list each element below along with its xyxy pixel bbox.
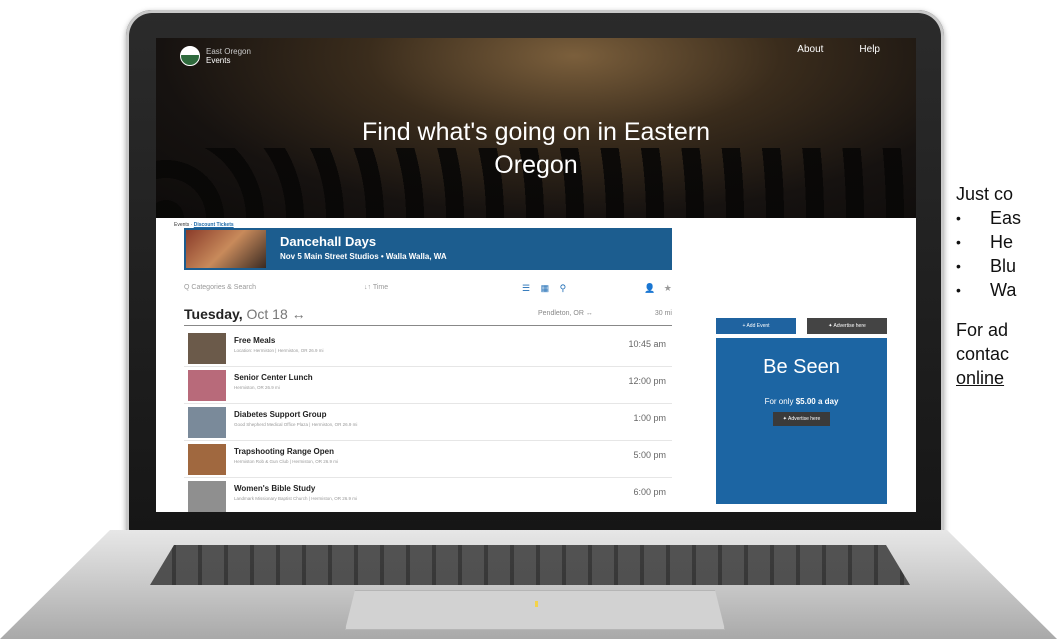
promo-price: $5.00 a day <box>795 397 839 406</box>
date-value[interactable]: Oct 18 ↔ <box>247 306 306 322</box>
view-toggle-icons[interactable]: ☰ ▦ ⚲ <box>522 283 570 294</box>
event-name: Free Meals <box>234 336 276 345</box>
sort-time-button[interactable]: ↓↑ Time <box>364 284 388 291</box>
list-item[interactable]: Diabetes Support Group Good Shepherd Med… <box>184 404 672 441</box>
side-contact-line2: contac <box>956 344 1010 364</box>
promo-prefix: For only <box>764 397 794 406</box>
logo-text: East Oregon Events <box>206 47 251 65</box>
event-location: Hermiston, OR 26.9 mi <box>234 385 280 390</box>
event-thumbnail <box>188 333 226 364</box>
event-time: 1:00 pm <box>633 413 666 423</box>
add-event-button[interactable]: + Add Event <box>716 318 796 334</box>
advertise-button[interactable]: ✦ Advertise here <box>807 318 887 334</box>
logo-line1: East Oregon <box>206 47 251 56</box>
side-contact-line1: For ad <box>956 320 1009 340</box>
event-time: 10:45 am <box>628 339 666 349</box>
person-icon[interactable]: 👤 <box>644 283 655 293</box>
side-list-item: Wa <box>956 278 1057 302</box>
event-name: Diabetes Support Group <box>234 410 327 419</box>
nav-help-link[interactable]: Help <box>859 44 880 55</box>
laptop-keyboard <box>150 545 910 585</box>
hero-title-line2: Oregon <box>494 151 578 179</box>
side-copy: Just co Eas He Blu Wa For ad contac onli… <box>956 182 1057 390</box>
featured-event-subtitle: Nov 5 Main Street Studios • Walla Walla,… <box>280 252 447 261</box>
event-location: Location: Hermiston | Hermiston, OR 26.9… <box>234 348 324 353</box>
top-nav: About Help <box>797 44 880 55</box>
event-toolbar: Q Categories & Search ↓↑ Time ☰ ▦ ⚲ 👤 ★ <box>184 283 672 296</box>
main-content: Events · Discount Tickets Dancehall Days… <box>174 218 898 512</box>
event-name: Senior Center Lunch <box>234 373 313 382</box>
featured-event-banner[interactable]: Dancehall Days Nov 5 Main Street Studios… <box>184 228 672 270</box>
nav-about-link[interactable]: About <box>797 44 823 55</box>
star-icon[interactable]: ★ <box>664 283 672 293</box>
list-item[interactable]: Women's Bible Study Landmark Missionary … <box>184 478 672 512</box>
categories-search-button[interactable]: Q Categories & Search <box>184 284 256 291</box>
event-thumbnail <box>188 370 226 401</box>
hero-banner: East Oregon Events About Help Find what'… <box>156 38 916 218</box>
side-list-item: He <box>956 230 1057 254</box>
event-time: 12:00 pm <box>628 376 666 386</box>
logo-icon <box>180 46 200 66</box>
event-thumbnail <box>188 444 226 475</box>
promo-panel: Be Seen For only $5.00 a day ✦ Advertise… <box>716 338 887 504</box>
side-list-item: Eas <box>956 206 1057 230</box>
hero-title: Find what's going on in Eastern Oregon <box>306 116 766 182</box>
event-time: 6:00 pm <box>633 487 666 497</box>
date-header: Tuesday, Oct 18 ↔ Pendleton, OR ↔ 30 mi <box>184 304 672 326</box>
laptop-mockup: East Oregon Events About Help Find what'… <box>0 0 1057 639</box>
laptop-led <box>535 601 538 607</box>
side-intro: Just co <box>956 184 1014 204</box>
event-location: Landmark Missionary Baptist Church | Her… <box>234 496 357 501</box>
event-location: Good Shepherd Medical Office Plaza | Her… <box>234 422 358 427</box>
laptop-screen: East Oregon Events About Help Find what'… <box>156 38 916 512</box>
distance-selector[interactable]: 30 mi <box>655 310 672 317</box>
list-item[interactable]: Free Meals Location: Hermiston | Hermist… <box>184 330 672 367</box>
location-selector[interactable]: Pendleton, OR ↔ <box>538 310 593 317</box>
filter-icons: 👤 ★ <box>644 283 672 294</box>
side-email-link[interactable]: online <box>956 366 1057 390</box>
event-list: Free Meals Location: Hermiston | Hermist… <box>184 330 672 512</box>
side-list-item: Blu <box>956 254 1057 278</box>
site-logo[interactable]: East Oregon Events <box>180 46 251 66</box>
date-day: Tuesday, Oct 18 ↔ <box>184 306 306 322</box>
event-name: Trapshooting Range Open <box>234 447 335 456</box>
laptop-trackpad <box>345 590 725 630</box>
list-item[interactable]: Trapshooting Range Open Hermiston Rob & … <box>184 441 672 478</box>
promo-advertise-button[interactable]: ✦ Advertise here <box>772 412 831 426</box>
event-thumbnail <box>188 481 226 512</box>
featured-event-title: Dancehall Days <box>280 234 377 249</box>
event-time: 5:00 pm <box>633 450 666 460</box>
event-location: Hermiston Rob & Gun Club | Hermiston, OR… <box>234 459 338 464</box>
date-weekday: Tuesday, <box>184 306 243 322</box>
logo-line2: Events <box>206 56 231 65</box>
list-item[interactable]: Senior Center Lunch Hermiston, OR 26.9 m… <box>184 367 672 404</box>
featured-event-image <box>186 230 266 268</box>
promo-subtitle: For only $5.00 a day <box>716 397 887 406</box>
promo-title: Be Seen <box>763 356 840 378</box>
hero-title-line1: Find what's going on in Eastern <box>361 118 711 146</box>
side-actions: + Add Event ✦ Advertise here <box>716 318 887 336</box>
side-list: Eas He Blu Wa <box>956 206 1057 302</box>
event-thumbnail <box>188 407 226 438</box>
event-name: Women's Bible Study <box>234 484 316 493</box>
